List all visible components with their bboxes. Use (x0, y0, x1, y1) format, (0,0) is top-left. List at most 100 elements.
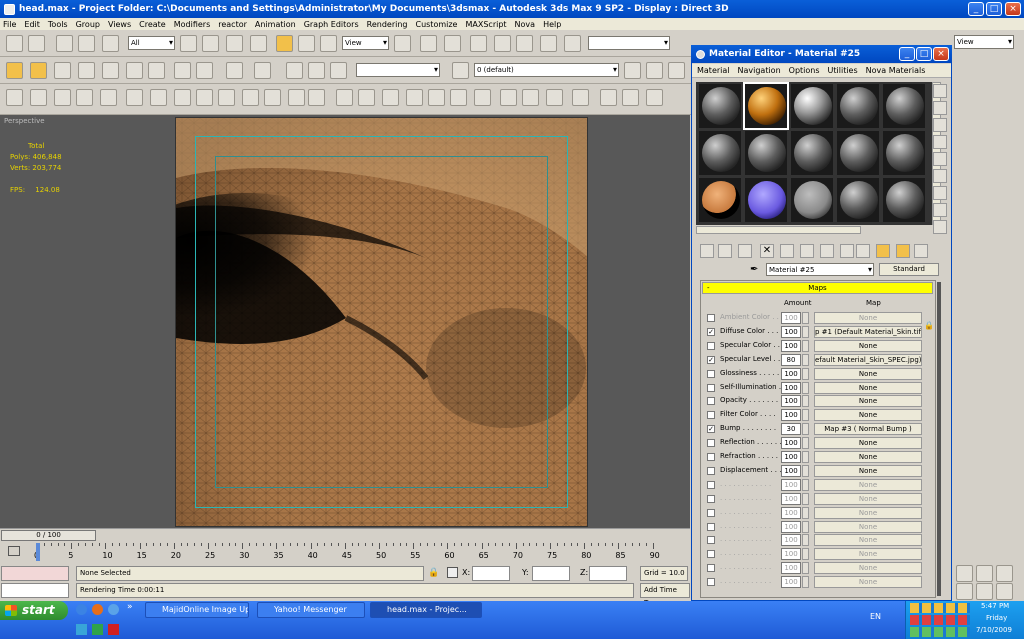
zoom-extents-icon[interactable] (996, 565, 1013, 582)
map-enable-checkbox[interactable]: ✓ (707, 425, 715, 434)
keyboard-shortcut-icon[interactable] (444, 35, 461, 52)
snap-face-icon[interactable] (102, 62, 119, 79)
rect-selection-icon[interactable] (226, 35, 243, 52)
map-lock-icon[interactable]: 🔒 (924, 321, 934, 330)
clock-time[interactable]: 5:47 PM (981, 602, 1009, 610)
material-sample-slot[interactable] (837, 131, 879, 175)
window-crossing-icon[interactable] (250, 35, 267, 52)
material-effects-channel-icon[interactable] (840, 244, 854, 258)
map-amount-field[interactable]: 100 (781, 464, 801, 477)
map-enable-checkbox[interactable] (707, 314, 715, 322)
make-preview-icon[interactable] (933, 169, 947, 183)
toy-car-icon[interactable] (336, 89, 353, 106)
material-sample-slot[interactable] (837, 84, 879, 128)
map-amount-spinner[interactable] (802, 534, 809, 547)
map-amount-spinner[interactable] (802, 395, 809, 408)
scale-icon[interactable] (320, 35, 337, 52)
viewport-label[interactable]: Perspective (4, 117, 45, 125)
key-filter-icon[interactable] (8, 546, 20, 556)
layer-manager-icon[interactable] (286, 62, 303, 79)
map-enable-checkbox[interactable]: ✓ (707, 327, 715, 336)
named-selection-icon[interactable] (564, 35, 581, 52)
material-sample-slot[interactable] (791, 84, 833, 128)
map-amount-field[interactable]: 100 (781, 312, 801, 324)
map-enable-checkbox[interactable] (707, 439, 715, 448)
map-amount-spinner[interactable] (802, 520, 809, 533)
map-slot-button[interactable]: None (814, 548, 922, 561)
go-to-parent-icon[interactable] (896, 244, 910, 258)
material-sample-slot[interactable] (745, 131, 787, 175)
reset-map-icon[interactable]: ✕ (760, 244, 774, 258)
map-amount-spinner[interactable] (802, 437, 809, 450)
menu-item[interactable]: Create (139, 20, 166, 29)
map-slot-button[interactable]: None (814, 562, 922, 575)
sample-type-icon[interactable] (933, 84, 947, 98)
options-icon[interactable] (933, 186, 947, 200)
map-slot-button[interactable]: None (814, 395, 922, 408)
map-amount-field[interactable]: 100 (781, 325, 801, 338)
map-amount-spinner[interactable] (802, 367, 809, 380)
map-slot-button[interactable]: None (814, 339, 922, 352)
maxscript-input[interactable] (1, 583, 69, 598)
close-button[interactable]: × (1005, 2, 1021, 16)
lock-icon[interactable]: 🔒 (428, 568, 439, 578)
me-menu-item[interactable]: Material (697, 66, 730, 75)
undo-icon[interactable] (6, 35, 23, 52)
map-amount-spinner[interactable] (802, 353, 809, 366)
assign-to-selection-icon[interactable] (738, 244, 752, 258)
snap-endpoint-icon[interactable] (30, 62, 47, 79)
fracture-icon[interactable] (358, 89, 375, 106)
map-slot-button[interactable]: None (814, 478, 922, 491)
layer-dropdown-left[interactable] (356, 63, 440, 77)
shirt-icon[interactable] (30, 89, 47, 106)
map-amount-field[interactable]: 30 (781, 423, 801, 436)
material-sample-slot[interactable] (745, 178, 787, 222)
task-3dsmax[interactable]: head.max - Projec... (370, 602, 482, 618)
material-sample-slot[interactable] (699, 131, 741, 175)
render-frame-icon[interactable] (622, 89, 639, 106)
show-map-in-viewport-icon[interactable] (856, 244, 870, 258)
map-slot-button[interactable]: efault Material_Skin_SPEC.jpg) (814, 353, 922, 366)
material-sample-slot[interactable] (743, 82, 789, 130)
map-amount-spinner[interactable] (802, 339, 809, 352)
spring-icon[interactable] (242, 89, 259, 106)
map-slot-button[interactable]: None (814, 409, 922, 422)
map-enable-checkbox[interactable] (707, 578, 715, 587)
z-coordinate-field[interactable] (589, 566, 627, 581)
me-close-button[interactable]: × (933, 47, 949, 61)
time-slider-track[interactable] (0, 528, 690, 543)
bind-space-warp-icon[interactable] (102, 35, 119, 52)
map-amount-field[interactable]: 100 (781, 548, 801, 561)
me-menu-item[interactable]: Utilities (828, 66, 858, 75)
time-slider[interactable]: 0 / 100 (1, 530, 96, 541)
menu-item[interactable]: Modifiers (174, 20, 211, 29)
map-amount-field[interactable]: 100 (781, 381, 801, 394)
add-time-tag[interactable]: Add Time Tag (640, 583, 690, 607)
me-menu-item[interactable]: Nova Materials (866, 66, 926, 75)
snap-xyz-icon[interactable] (196, 62, 213, 79)
map-slot-button[interactable]: None (814, 367, 922, 380)
map-enable-checkbox[interactable] (707, 564, 715, 573)
map-enable-checkbox[interactable] (707, 494, 715, 503)
map-enable-checkbox[interactable]: ✓ (707, 355, 715, 364)
spinner-snap-icon[interactable] (540, 35, 557, 52)
map-amount-spinner[interactable] (802, 478, 809, 491)
map-amount-field[interactable]: 100 (781, 395, 801, 408)
menu-item[interactable]: Edit (24, 20, 40, 29)
constraint-icon[interactable] (264, 89, 281, 106)
select-by-name-icon[interactable] (202, 35, 219, 52)
uv-tiling-icon[interactable] (933, 135, 947, 149)
x-coordinate-field[interactable] (472, 566, 510, 581)
material-sample-slot[interactable] (791, 178, 833, 222)
absolute-mode-icon[interactable] (447, 567, 458, 578)
orbit-icon[interactable] (976, 583, 993, 600)
map-enable-checkbox[interactable] (707, 397, 715, 406)
menu-item[interactable]: Help (543, 20, 561, 29)
map-amount-field[interactable]: 100 (781, 576, 801, 589)
select-layer-icon[interactable] (668, 62, 685, 79)
view-select-right[interactable]: View (954, 35, 1014, 49)
map-amount-spinner[interactable] (802, 464, 809, 477)
tray-icons-row-3[interactable] (910, 627, 970, 637)
maximize-button[interactable]: □ (986, 2, 1002, 16)
material-map-navigator-icon[interactable] (933, 220, 947, 234)
